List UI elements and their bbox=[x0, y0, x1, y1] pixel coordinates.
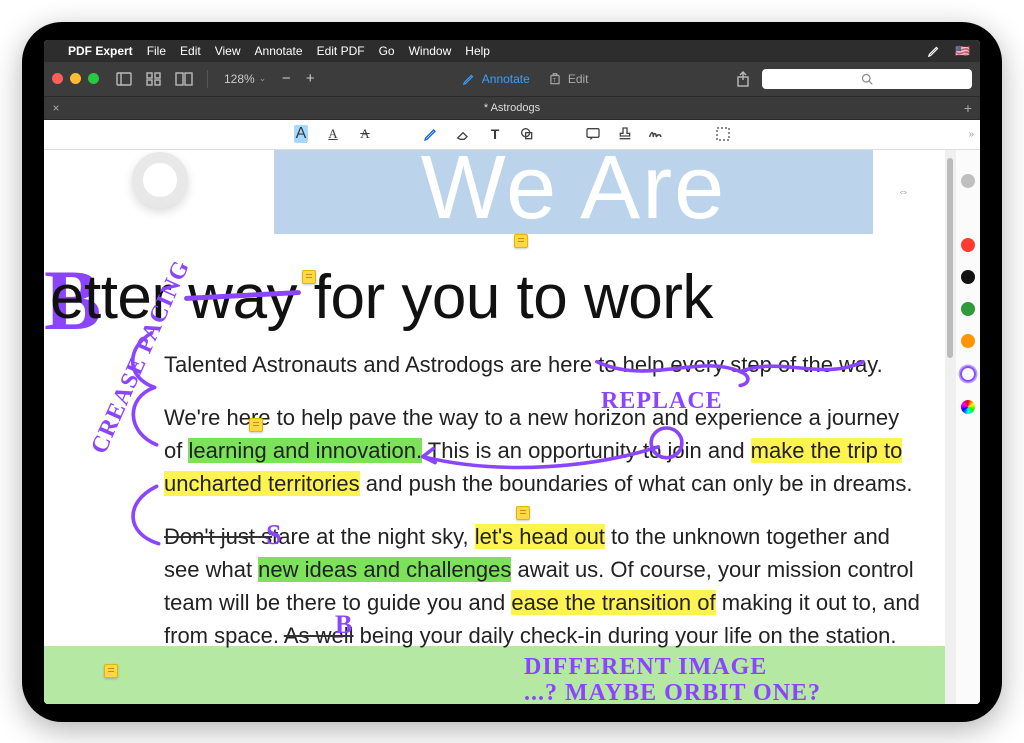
underline-tool-icon[interactable]: A bbox=[324, 125, 342, 143]
loading-indicator-icon bbox=[132, 152, 188, 208]
menu-view[interactable]: View bbox=[215, 44, 241, 58]
banner-text: We Are bbox=[421, 150, 726, 241]
menu-annotate[interactable]: Annotate bbox=[255, 44, 303, 58]
color-swatch-orange[interactable] bbox=[961, 334, 975, 348]
eraser-tool-icon[interactable] bbox=[454, 125, 472, 143]
pencil-icon[interactable] bbox=[927, 44, 941, 58]
highlight-tool-icon[interactable]: A bbox=[292, 125, 310, 143]
mode-tab-edit-label: Edit bbox=[568, 72, 589, 86]
menu-window[interactable]: Window bbox=[409, 44, 452, 58]
close-window-button[interactable] bbox=[52, 73, 63, 84]
body-text: Talented Astronauts and Astrodogs are he… bbox=[164, 348, 921, 672]
mode-tab-edit[interactable]: T Edit bbox=[548, 72, 589, 86]
color-swatch-purple-selected[interactable] bbox=[960, 366, 976, 382]
sticky-note-4[interactable] bbox=[516, 506, 530, 520]
flag-icon[interactable]: 🇺🇸 bbox=[955, 44, 970, 58]
highlight-green-2: new ideas and challenges bbox=[258, 557, 511, 582]
sticky-note-2[interactable] bbox=[302, 270, 316, 284]
zoom-value: 128% bbox=[224, 72, 255, 86]
mode-tab-annotate[interactable]: Annotate bbox=[462, 72, 530, 86]
title-banner: We Are bbox=[274, 150, 873, 234]
menu-file[interactable]: File bbox=[147, 44, 166, 58]
highlight-yellow-3: ease the transition of bbox=[511, 590, 715, 615]
menubar: PDF Expert File Edit View Annotate Edit … bbox=[44, 40, 980, 62]
tablet-frame: PDF Expert File Edit View Annotate Edit … bbox=[22, 22, 1002, 722]
color-swatch-red[interactable] bbox=[961, 238, 975, 252]
paragraph-1: Talented Astronauts and Astrodogs are he… bbox=[164, 348, 921, 381]
toolbar: 128% ⌄ − + Annotate T Edit bbox=[44, 62, 980, 96]
highlight-green-1: learning and innovation. bbox=[188, 438, 422, 463]
menu-edit-pdf[interactable]: Edit PDF bbox=[317, 44, 365, 58]
color-picker-icon[interactable] bbox=[961, 400, 975, 414]
color-swatch-black[interactable] bbox=[961, 270, 975, 284]
drag-handle-icon[interactable]: ⇔ bbox=[898, 186, 909, 198]
hand-annotation-b2: B bbox=[335, 610, 353, 640]
vertical-scrollbar[interactable] bbox=[945, 150, 956, 704]
shape-tool-icon[interactable] bbox=[518, 125, 536, 143]
paragraph-2: We're here to help pave the way to a new… bbox=[164, 401, 921, 500]
hand-annotation-s: S bbox=[266, 520, 283, 552]
annotate-toolbar: A A A T bbox=[44, 120, 980, 150]
tab-close-button[interactable]: × bbox=[44, 101, 68, 115]
sticky-note-tool-icon[interactable] bbox=[584, 125, 602, 143]
document-title[interactable]: * Astrodogs bbox=[68, 102, 956, 114]
search-input[interactable] bbox=[762, 69, 972, 89]
zoom-out-button[interactable]: − bbox=[278, 70, 294, 87]
menu-edit[interactable]: Edit bbox=[180, 44, 201, 58]
window-controls bbox=[52, 73, 99, 84]
maximize-window-button[interactable] bbox=[88, 73, 99, 84]
expand-sidebar-icon[interactable]: » bbox=[968, 129, 974, 140]
mode-tab-annotate-label: Annotate bbox=[482, 72, 530, 86]
sticky-note-1[interactable] bbox=[514, 234, 528, 248]
menu-help[interactable]: Help bbox=[465, 44, 490, 58]
strikethrough-tool-icon[interactable]: A bbox=[356, 125, 374, 143]
sticky-note-3[interactable] bbox=[249, 418, 263, 432]
pdf-page[interactable]: We Are B etter way for you to work CREAS… bbox=[44, 150, 945, 704]
document-area: We Are B etter way for you to work CREAS… bbox=[44, 150, 980, 704]
color-swatch-green[interactable] bbox=[961, 302, 975, 316]
pen-tool-icon[interactable] bbox=[422, 125, 440, 143]
sticky-note-5[interactable] bbox=[104, 664, 118, 678]
two-page-icon[interactable] bbox=[173, 68, 195, 90]
highlight-yellow-2: let's head out bbox=[475, 524, 605, 549]
share-icon[interactable] bbox=[732, 68, 754, 90]
chevron-down-icon: ⌄ bbox=[259, 73, 267, 84]
color-sidebar bbox=[956, 150, 980, 704]
text-tool-icon[interactable]: T bbox=[486, 125, 504, 143]
mode-tabs: Annotate T Edit bbox=[462, 72, 589, 86]
app-name[interactable]: PDF Expert bbox=[68, 44, 133, 58]
tab-strip: × * Astrodogs + bbox=[44, 96, 980, 120]
screen: PDF Expert File Edit View Annotate Edit … bbox=[44, 40, 980, 704]
scrollbar-thumb[interactable] bbox=[947, 158, 953, 358]
strikethrough-1: Don't just s bbox=[164, 524, 272, 549]
svg-text:T: T bbox=[552, 77, 556, 83]
color-swatch-gray[interactable] bbox=[961, 174, 975, 188]
hand-annotation-different-image: DIFFERENT IMAGE ...? MAYBE ORBIT ONE? bbox=[524, 654, 821, 704]
selection-tool-icon[interactable] bbox=[714, 125, 732, 143]
signature-tool-icon[interactable] bbox=[648, 125, 666, 143]
struck-word: way bbox=[188, 263, 297, 332]
thumbnails-icon[interactable] bbox=[143, 68, 165, 90]
zoom-in-button[interactable]: + bbox=[302, 70, 318, 87]
stamp-tool-icon[interactable] bbox=[616, 125, 634, 143]
zoom-level[interactable]: 128% ⌄ bbox=[224, 72, 266, 86]
menu-go[interactable]: Go bbox=[379, 44, 395, 58]
search-icon bbox=[861, 73, 873, 85]
new-tab-button[interactable]: + bbox=[956, 100, 980, 116]
minimize-window-button[interactable] bbox=[70, 73, 81, 84]
sidebar-toggle-icon[interactable] bbox=[113, 68, 135, 90]
